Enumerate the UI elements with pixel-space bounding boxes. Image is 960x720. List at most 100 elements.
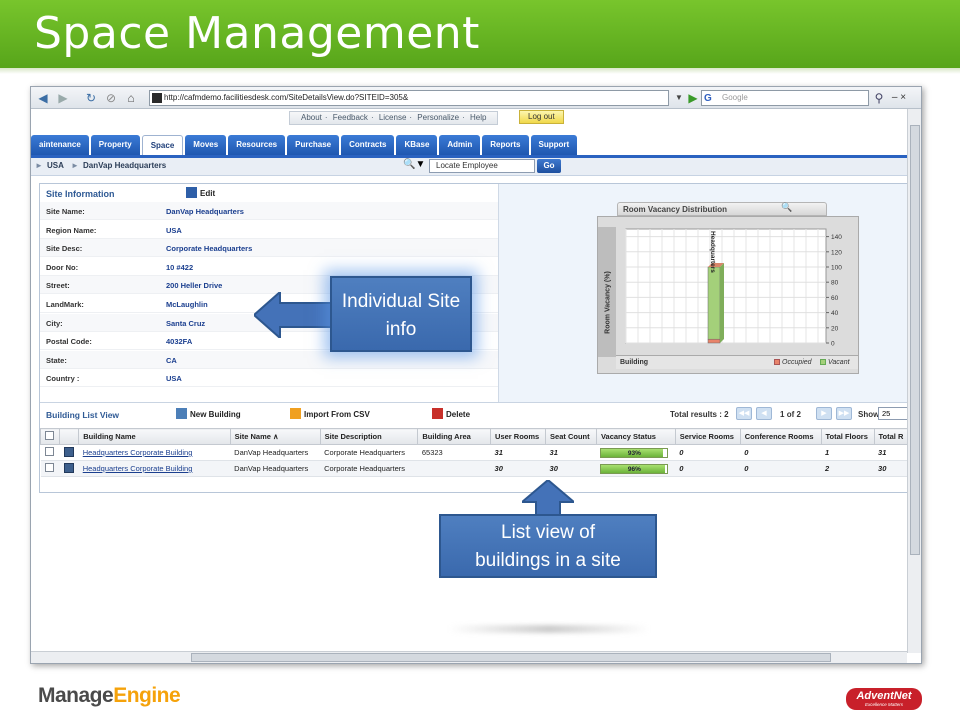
page-number: 1 (780, 410, 785, 419)
cell-vacancy-status: 96% (596, 460, 676, 477)
page-size-select[interactable]: 25 (878, 407, 907, 420)
chart-footer: Building Occupied Vacant (616, 355, 858, 369)
cell-site-description: Corporate Headquarters (320, 460, 418, 477)
site-info-value: 200 Heller Drive (166, 281, 223, 291)
back-icon[interactable]: ◀ (35, 90, 51, 106)
search-icon[interactable]: ⚲ (871, 90, 887, 106)
last-page-button[interactable]: ▶▶ (836, 407, 852, 420)
bar-occupied (707, 338, 721, 344)
tab-admin[interactable]: Admin (439, 135, 481, 155)
horizontal-scrollbar[interactable] (31, 651, 907, 663)
import-icon (290, 408, 301, 419)
link-license[interactable]: License (379, 113, 407, 122)
col-total-floors[interactable]: Total Floors (820, 428, 875, 445)
refresh-icon[interactable]: ↻ (83, 90, 99, 106)
cell-text[interactable]: Headquarters Corporate Building (83, 448, 193, 457)
row-checkbox[interactable] (40, 460, 60, 477)
new-building-button[interactable]: New Building (176, 408, 241, 419)
horizontal-scroll-thumb[interactable] (191, 653, 831, 662)
locate-employee-input[interactable]: Locate Employee (429, 159, 535, 173)
tab-moves[interactable]: Moves (185, 135, 227, 155)
col-conference-rooms[interactable]: Conference Rooms (739, 428, 822, 445)
site-info-value: 10 #422 (166, 262, 194, 272)
cell-text: Corporate Headquarters (324, 448, 405, 457)
cell-text: Corporate Headquarters (324, 464, 405, 473)
tab-contracts[interactable]: Contracts (341, 135, 395, 155)
window-controls-icon[interactable]: – × (891, 90, 907, 106)
col-total-rooms[interactable]: Total R (873, 428, 907, 445)
vacancy-bar: 93% (600, 447, 669, 458)
edit-site-button[interactable]: Edit (186, 187, 215, 198)
link-personalize[interactable]: Personalize (417, 113, 459, 122)
stop-icon[interactable]: ⊘ (103, 90, 119, 106)
page-info: 1 of 2 (780, 410, 801, 419)
vacancy-text: 93% (627, 449, 641, 457)
table-row[interactable]: Headquarters Corporate Building DanVap He… (40, 444, 907, 461)
site-info-label: Site Name: (46, 207, 85, 216)
import-csv-button[interactable]: Import From CSV (290, 408, 370, 419)
col-building-name[interactable]: Building Name (78, 428, 231, 445)
go-arrow-icon[interactable]: ▶ (685, 90, 701, 106)
row-edit-icon[interactable] (59, 444, 79, 461)
col-building-area[interactable]: Building Area (417, 428, 492, 445)
callout-building-list: List view of buildings in a site (439, 514, 657, 578)
adventnet-text: AdventNet (856, 690, 912, 702)
tab-reports[interactable]: Reports (482, 135, 529, 155)
header-divider (0, 68, 960, 74)
legend-vacant-label: Vacant (828, 359, 850, 366)
edit-label: Edit (200, 189, 216, 198)
tab-resources[interactable]: Resources (228, 135, 286, 155)
tab-space[interactable]: Space (141, 135, 184, 155)
link-feedback[interactable]: Feedback (333, 113, 368, 122)
vertical-scrollbar[interactable] (907, 109, 921, 653)
first-page-button[interactable]: ◀◀ (736, 407, 752, 420)
y-tick-label: 0 (831, 341, 835, 348)
tab-kbase[interactable]: KBase (396, 135, 438, 155)
link-help[interactable]: Help (470, 113, 486, 122)
edit-icon (186, 187, 197, 198)
bar-side-face (720, 263, 724, 343)
cell-user-rooms: 31 (490, 444, 546, 461)
delete-button[interactable]: Delete (432, 408, 470, 419)
col-seat-count[interactable]: Seat Count (545, 428, 597, 445)
browser-toolbar: ◀ ▶ ↻ ⊘ ⌂ http://cafmdemo.facilitiesdesk… (31, 87, 921, 109)
row-checkbox[interactable] (40, 444, 60, 461)
cell-text[interactable]: Headquarters Corporate Building (83, 464, 193, 473)
home-icon[interactable]: ⌂ (123, 90, 139, 106)
table-row[interactable]: Headquarters Corporate Building DanVap He… (40, 460, 907, 477)
row-edit-icon[interactable] (59, 460, 79, 477)
search-input[interactable]: G Google (701, 90, 869, 106)
vacancy-text: 96% (627, 465, 641, 473)
address-bar[interactable]: http://cafmdemo.facilitiesdesk.com/SiteD… (149, 90, 669, 106)
locate-employee-icon[interactable]: 🔍▼ (403, 159, 425, 170)
chart-zoom-icon[interactable]: 🔍 (781, 202, 855, 213)
site-info-row: Region Name: USA (40, 221, 498, 239)
link-about[interactable]: About (301, 113, 322, 122)
tab-property[interactable]: Property (90, 135, 140, 155)
site-info-label: Region Name: (46, 225, 97, 235)
tab-purchase[interactable]: Purchase (287, 135, 340, 155)
tab-support[interactable]: Support (530, 135, 578, 155)
go-button[interactable]: Go (537, 159, 561, 173)
building-list-title: Building List View (46, 410, 120, 420)
col-vacancy-status[interactable]: Vacancy Status (595, 428, 676, 445)
table-header-row: Building Name Site Name ∧ Site Descripti… (39, 428, 907, 445)
cell-text: 0 (679, 464, 684, 473)
logout-button[interactable]: Log out (519, 110, 564, 124)
next-page-button[interactable]: ▶ (816, 407, 832, 420)
tab-maintenance[interactable]: aintenance (31, 135, 89, 155)
select-all-checkbox[interactable] (39, 428, 61, 445)
prev-page-button[interactable]: ◀ (756, 407, 772, 420)
y-tick-label: 100 (831, 265, 842, 272)
col-site-name[interactable]: Site Name ∧ (229, 428, 321, 445)
cell-text: 30 (549, 464, 558, 473)
cell-building-name[interactable]: Headquarters Corporate Building (78, 460, 231, 477)
forward-icon[interactable]: ▶ (55, 90, 71, 106)
col-site-description[interactable]: Site Description (319, 428, 419, 445)
col-service-rooms[interactable]: Service Rooms (674, 428, 741, 445)
cell-building-name[interactable]: Headquarters Corporate Building (78, 444, 231, 461)
vertical-scroll-thumb[interactable] (910, 125, 920, 555)
site-info-header: Site Information Edit (40, 184, 498, 202)
breadcrumb-region[interactable]: USA (47, 161, 64, 170)
col-user-rooms[interactable]: User Rooms (490, 428, 547, 445)
